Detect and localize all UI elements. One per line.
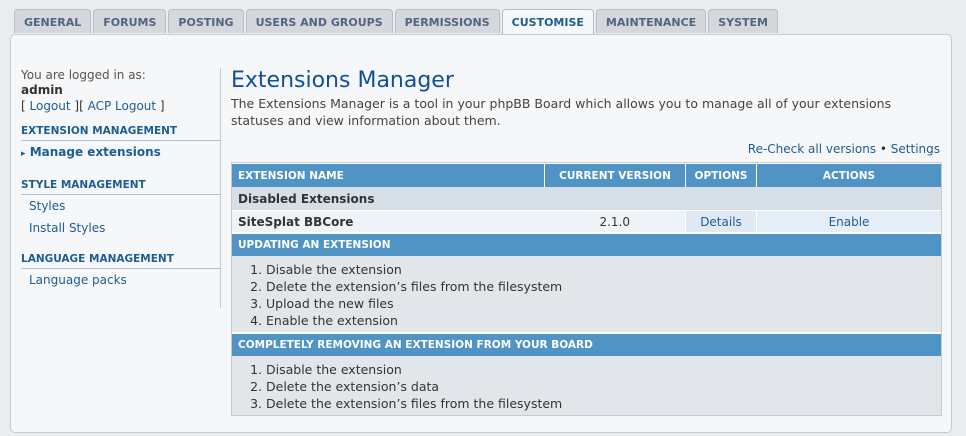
tab-permissions[interactable]: PERMISSIONS: [394, 9, 500, 33]
updating-heading: UPDATING AN EXTENSION: [232, 232, 941, 256]
disabled-extensions-label: Disabled Extensions: [232, 187, 941, 211]
col-current-version: CURRENT VERSION: [544, 163, 686, 187]
settings-link[interactable]: Settings: [891, 142, 940, 156]
tab-forums[interactable]: FORUMS: [93, 9, 167, 33]
list-item: Delete the extension’s data: [266, 378, 935, 395]
sidebar-item-language-packs[interactable]: Language packs: [21, 269, 221, 291]
updating-steps-list: Disable the extension Delete the extensi…: [248, 261, 935, 329]
updating-steps-row: Disable the extension Delete the extensi…: [232, 256, 941, 333]
tab-users-and-groups[interactable]: USERS AND GROUPS: [245, 9, 393, 33]
tab-maintenance[interactable]: MAINTENANCE: [595, 9, 707, 33]
sidebar-item-manage-extensions[interactable]: ▸ Manage extensions: [21, 141, 221, 165]
side-heading-language-management: LANGUAGE MANAGEMENT: [21, 253, 221, 269]
sidebar: You are logged in as: admin [ Logout ][ …: [21, 68, 221, 291]
extension-name: SiteSplat BBCore: [232, 210, 545, 233]
logout-link[interactable]: Logout: [30, 99, 71, 113]
col-extension-name: EXTENSION NAME: [232, 163, 545, 187]
tab-system[interactable]: SYSTEM: [708, 9, 778, 33]
sidebar-item-label: Manage extensions: [29, 145, 161, 159]
extension-management-group: EXTENSION MANAGEMENT ▸ Manage extensions: [21, 125, 221, 165]
language-management-group: LANGUAGE MANAGEMENT Language packs: [21, 253, 221, 291]
main-content: Extensions Manager The Extensions Manage…: [231, 68, 940, 156]
recheck-versions-link[interactable]: Re-Check all versions: [748, 142, 876, 156]
page-description: The Extensions Manager is a tool in your…: [231, 96, 892, 128]
username: admin: [21, 83, 63, 97]
style-management-group: STYLE MANAGEMENT Styles Install Styles: [21, 179, 221, 239]
extension-version: 2.1.0: [544, 210, 686, 233]
logout-links: [ Logout ][ ACP Logout ]: [21, 99, 165, 113]
side-heading-extension-management: EXTENSION MANAGEMENT: [21, 125, 221, 141]
list-item: Delete the extension’s files from the fi…: [266, 278, 935, 295]
list-item: Disable the extension: [266, 261, 935, 278]
tab-posting[interactable]: POSTING: [168, 9, 244, 33]
removing-steps-list: Disable the extension Delete the extensi…: [248, 361, 935, 412]
table-header-row: EXTENSION NAME CURRENT VERSION OPTIONS A…: [232, 163, 941, 187]
list-item: Enable the extension: [266, 312, 935, 329]
disabled-extensions-row: Disabled Extensions: [232, 187, 941, 211]
arrow-icon: ▸: [21, 149, 26, 159]
sidebar-item-install-styles[interactable]: Install Styles: [21, 217, 221, 239]
page-title: Extensions Manager: [231, 68, 454, 93]
tab-general[interactable]: GENERAL: [14, 9, 92, 33]
details-link[interactable]: Details: [685, 210, 757, 233]
list-item: Delete the extension’s files from the fi…: [266, 395, 935, 412]
col-options: OPTIONS: [685, 163, 757, 187]
list-item: Upload the new files: [266, 295, 935, 312]
removing-heading-row: COMPLETELY REMOVING AN EXTENSION FROM YO…: [232, 332, 941, 356]
enable-link[interactable]: Enable: [756, 210, 941, 233]
removing-steps-row: Disable the extension Delete the extensi…: [232, 356, 941, 415]
side-heading-style-management: STYLE MANAGEMENT: [21, 179, 221, 195]
tab-customise[interactable]: CUSTOMISE: [501, 9, 594, 35]
recheck-settings-links: Re-Check all versions • Settings: [747, 142, 940, 156]
col-actions: ACTIONS: [756, 163, 941, 187]
table-row: SiteSplat BBCore 2.1.0 Details Enable: [232, 210, 941, 233]
removing-heading: COMPLETELY REMOVING AN EXTENSION FROM YO…: [232, 332, 941, 356]
acp-logout-link[interactable]: ACP Logout: [88, 99, 157, 113]
logged-in-label: You are logged in as:: [21, 68, 146, 82]
list-item: Disable the extension: [266, 361, 935, 378]
main-tab-bar: GENERAL FORUMS POSTING USERS AND GROUPS …: [14, 9, 780, 35]
updating-heading-row: UPDATING AN EXTENSION: [232, 232, 941, 256]
sidebar-divider: [220, 68, 221, 308]
sidebar-item-styles[interactable]: Styles: [21, 195, 221, 217]
extensions-table: EXTENSION NAME CURRENT VERSION OPTIONS A…: [231, 162, 942, 416]
